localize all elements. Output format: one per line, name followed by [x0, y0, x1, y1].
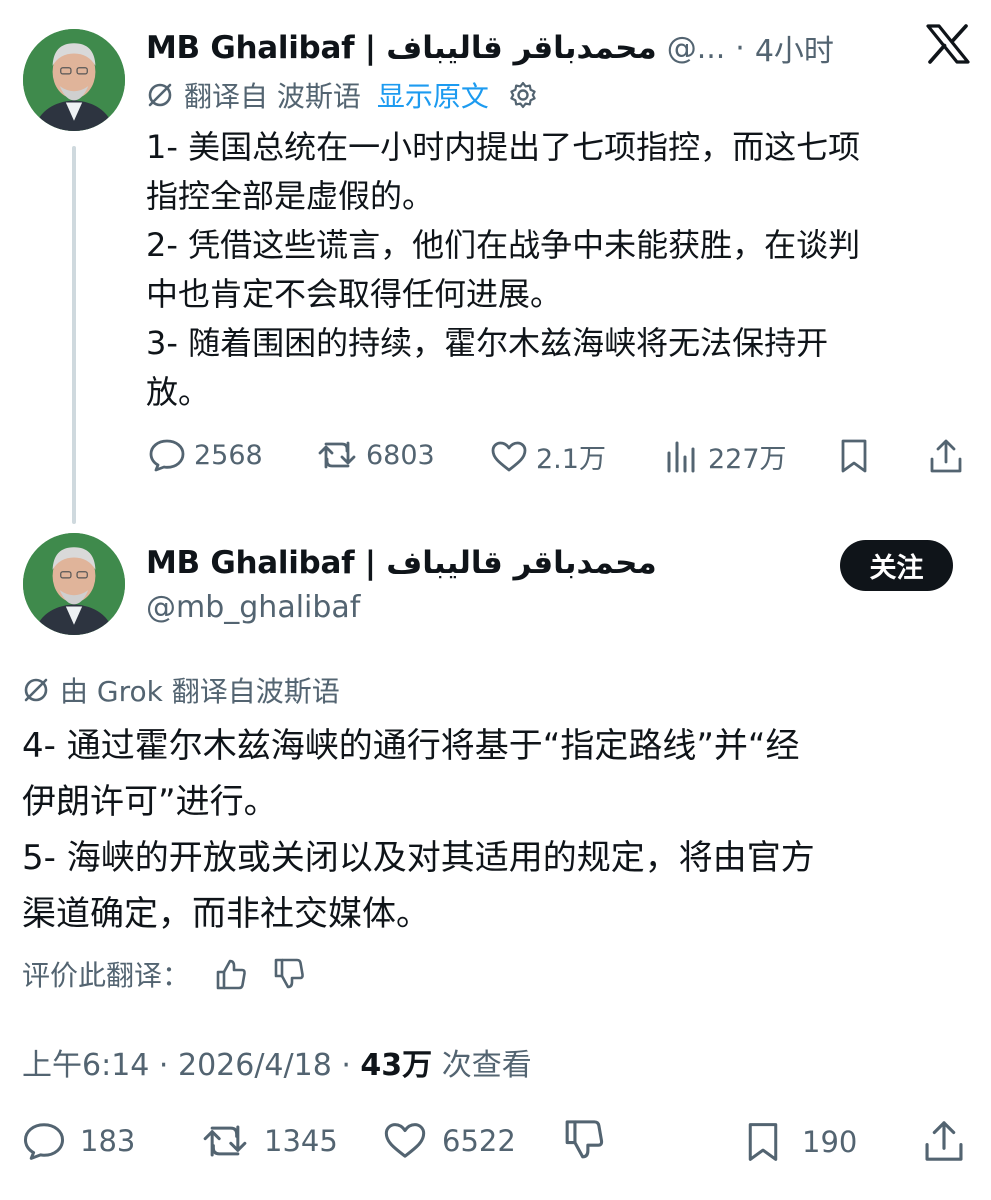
- reply-button[interactable]: 2568: [148, 437, 263, 473]
- share-button[interactable]: [922, 1118, 966, 1164]
- translate-off-icon: [146, 81, 174, 109]
- like-button[interactable]: 2.1万: [490, 437, 606, 476]
- timestamp[interactable]: 上午6:14 · 2026/4/18 ·: [22, 1048, 360, 1083]
- views-count: 227万: [708, 444, 787, 475]
- author-handle[interactable]: @...: [667, 31, 726, 66]
- like-count: 2.1万: [536, 444, 606, 475]
- bookmark-icon: [748, 1123, 778, 1161]
- dislike-button[interactable]: [562, 1118, 606, 1162]
- repost-button[interactable]: 1345: [200, 1120, 338, 1162]
- views-button[interactable]: 227万: [664, 437, 787, 476]
- repost-count: 6803: [366, 439, 435, 471]
- translation-row: 翻译自 波斯语 显示原文: [146, 75, 539, 115]
- translated-from-label: 翻译自 波斯语: [184, 80, 361, 113]
- rate-translation-row: 评价此翻译：: [22, 954, 306, 994]
- translate-off-icon: [22, 676, 50, 704]
- reply-button[interactable]: 183: [22, 1120, 135, 1162]
- avatar[interactable]: [23, 533, 125, 635]
- bookmark-count: 190: [802, 1125, 858, 1159]
- post-meta: 上午6:14 · 2026/4/18 · 43万 次查看: [22, 1040, 532, 1084]
- like-count: 6522: [442, 1124, 516, 1158]
- reply-icon: [149, 439, 185, 472]
- x-logo-icon: [926, 24, 970, 64]
- rate-translation-label: 评价此翻译：: [22, 959, 191, 992]
- author-name[interactable]: MB Ghalibaf | محمدباقر قالیباف: [146, 545, 657, 581]
- tweet-text: 1- 美国总统在一小时内提出了七项指控，而这七项 指控全部是虚假的。 2- 凭借…: [146, 128, 861, 411]
- views-count: 43万: [360, 1048, 433, 1083]
- dislike-icon: [565, 1120, 604, 1159]
- post-time[interactable]: 4小时: [755, 26, 834, 70]
- author-name[interactable]: MB Ghalibaf | محمدباقر قالیباف: [146, 30, 657, 66]
- tweet-text: 4- 通过霍尔木兹海峡的通行将基于“指定路线”并“经 伊朗许可”进行。 5- 海…: [22, 726, 815, 934]
- reply-count: 183: [80, 1124, 136, 1158]
- separator: ·: [735, 30, 745, 66]
- share-icon: [930, 439, 962, 473]
- bookmark-button[interactable]: [838, 437, 870, 475]
- share-button[interactable]: [928, 437, 964, 475]
- views-icon: [667, 441, 695, 472]
- like-button[interactable]: 6522: [382, 1120, 516, 1162]
- repost-icon: [203, 1125, 247, 1157]
- thread-line: [72, 146, 76, 524]
- like-icon: [384, 1123, 426, 1158]
- share-icon: [925, 1121, 963, 1161]
- reply-count: 2568: [194, 439, 263, 471]
- translation-row: 由 Grok 翻译自波斯语: [22, 670, 340, 710]
- show-original-link[interactable]: 显示原文: [377, 75, 489, 115]
- tweet-header: MB Ghalibaf | محمدباقر قالیباف @... · 4小…: [146, 26, 834, 70]
- author-handle[interactable]: @mb_ghalibaf: [146, 590, 360, 625]
- repost-icon: [318, 441, 356, 469]
- translated-by-label: 由 Grok 翻译自波斯语: [60, 675, 340, 708]
- gear-icon[interactable]: [507, 79, 539, 111]
- thumbs-down-icon[interactable]: [272, 957, 306, 991]
- repost-button[interactable]: 6803: [316, 437, 435, 473]
- reply-icon: [23, 1123, 65, 1160]
- follow-button[interactable]: 关注: [840, 540, 953, 591]
- bookmark-icon: [841, 439, 867, 473]
- repost-count: 1345: [264, 1124, 338, 1158]
- thumbs-up-icon[interactable]: [214, 957, 248, 991]
- views-label: 次查看: [432, 1048, 532, 1083]
- bookmark-button[interactable]: 190: [744, 1120, 857, 1164]
- avatar[interactable]: [23, 29, 125, 131]
- like-icon: [491, 441, 527, 471]
